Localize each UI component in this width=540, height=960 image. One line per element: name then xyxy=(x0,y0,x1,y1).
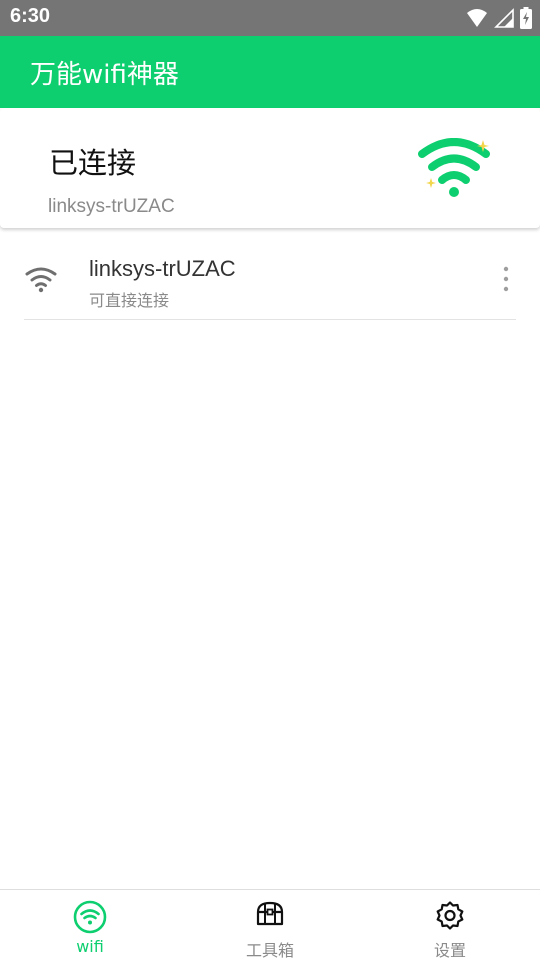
settings-gear-icon xyxy=(436,901,464,930)
cell-signal-icon xyxy=(494,8,514,28)
nav-item-wifi[interactable]: wifi xyxy=(0,890,180,960)
network-description: 可直接连接 xyxy=(89,291,170,310)
wifi-signal-icon xyxy=(467,9,487,27)
network-list-item[interactable]: linksys-trUZAC 可直接连接 xyxy=(24,240,516,320)
app-title: 万能wifi神器 xyxy=(30,60,179,90)
connected-ssid: linksys-trUZAC xyxy=(48,196,175,217)
nav-item-toolbox[interactable]: 工具箱 xyxy=(180,890,360,960)
nav-label-settings: 设置 xyxy=(433,941,466,960)
nav-label-wifi: wifi xyxy=(76,937,104,956)
nav-label-toolbox: 工具箱 xyxy=(245,941,294,960)
app-bar: 万能wifi神器 xyxy=(0,36,540,108)
bottom-navigation: wifi 工具箱 设置 xyxy=(0,889,540,960)
wifi-icon xyxy=(25,267,57,293)
status-bar: 6:30 xyxy=(0,0,540,36)
battery-charging-icon xyxy=(520,7,532,29)
nav-item-settings[interactable]: 设置 xyxy=(360,890,540,960)
status-time: 6:30 xyxy=(10,5,51,27)
toolbox-icon xyxy=(256,901,284,926)
network-name: linksys-trUZAC xyxy=(89,256,236,281)
connection-status: 已连接 xyxy=(49,146,137,180)
wifi-circle-icon xyxy=(73,900,107,934)
more-vertical-icon[interactable] xyxy=(496,264,516,294)
status-icons xyxy=(466,6,532,30)
connected-card[interactable]: 已连接 linksys-trUZAC xyxy=(0,108,540,228)
wifi-sparkle-icon xyxy=(418,138,490,197)
